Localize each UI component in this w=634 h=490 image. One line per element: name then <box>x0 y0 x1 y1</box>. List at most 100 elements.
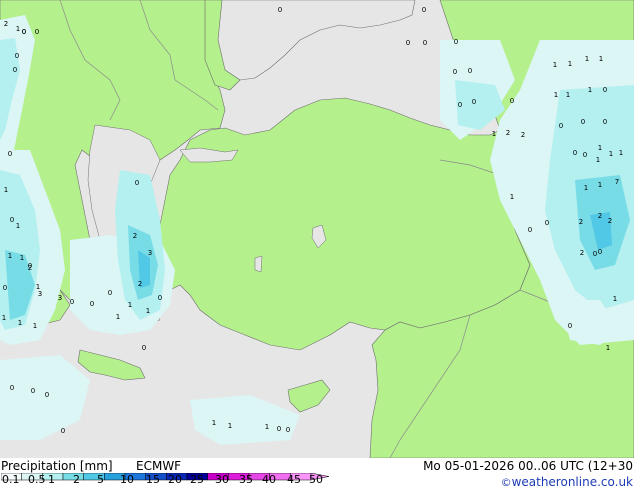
precip-value-label: 0 <box>423 39 427 47</box>
precip-value-label: 1 <box>33 322 37 330</box>
precip-value-label: 0 <box>472 98 476 106</box>
precip-value-label: 0 <box>61 427 65 435</box>
precip-value-label: 0 <box>581 118 585 126</box>
precip-value-label: 0 <box>593 250 597 258</box>
precip-value-label: 0 <box>468 67 472 75</box>
precip-value-label: 1 <box>16 25 20 33</box>
precip-value-label: 1 <box>128 301 132 309</box>
legend-tick-label: 0.5 <box>28 473 46 486</box>
precip-value-label: 3 <box>38 290 42 298</box>
legend-tick-label: 0.1 <box>2 473 20 486</box>
legend-tick-label: 40 <box>262 473 276 486</box>
precip-value-label: 0 <box>510 97 514 105</box>
precip-value-label: 0 <box>458 101 462 109</box>
copyright-symbol: © <box>500 476 512 489</box>
precip-value-label: 1 <box>20 254 24 262</box>
precip-value-label: 2 <box>4 20 8 28</box>
legend-tick-label: 1 <box>48 473 55 486</box>
precip-value-label: 2 <box>521 131 525 139</box>
precip-value-label: 2 <box>580 249 584 257</box>
legend-tick-label: 20 <box>168 473 182 486</box>
legend-tick-label: 15 <box>146 473 160 486</box>
precip-value-label: 0 <box>573 149 577 157</box>
precip-value-label: 2 <box>133 232 137 240</box>
precip-value-label: 0 <box>22 28 26 36</box>
precip-value-label: 1 <box>568 60 572 68</box>
precip-value-label: 1 <box>598 144 602 152</box>
precip-value-label: 1 <box>613 295 617 303</box>
precip-value-label: 0 <box>286 426 290 434</box>
precip-value-label: 0 <box>70 298 74 306</box>
legend-tick-label: 2 <box>73 473 80 486</box>
precip-value-label: 0 <box>559 122 563 130</box>
legend-tick-label: 45 <box>287 473 301 486</box>
precip-value-label: 1 <box>606 344 610 352</box>
precip-value-label: 0 <box>10 216 14 224</box>
precip-value-label: 0 <box>277 425 281 433</box>
precip-value-label: 1 <box>4 186 8 194</box>
precip-value-label: 0 <box>278 6 282 14</box>
precip-value-label: 2 <box>608 217 612 225</box>
lake-beysehir <box>254 255 263 273</box>
map-title: Precipitation [mm] <box>1 459 113 473</box>
footer-panel: Precipitation [mm] ECMWF Mo 05-01-2026 0… <box>0 458 634 490</box>
precip-value-label: 1 <box>553 61 557 69</box>
forecast-datetime: Mo 05-01-2026 00..06 UTC (12+30 <box>423 459 633 473</box>
precip-value-label: 1 <box>588 86 592 94</box>
precip-value-label: 1 <box>596 156 600 164</box>
precip-value-label: 1 <box>585 55 589 63</box>
precip-value-label: 1 <box>2 314 6 322</box>
precip-value-label: 0 <box>28 262 32 270</box>
precip-value-label: 0 <box>142 344 146 352</box>
precip-value-label: 0 <box>135 179 139 187</box>
precip-value-label: 1 <box>599 55 603 63</box>
map-canvas: 0 0200101011 10 13 3211 1021113200000 0 001 1 1 0 0… <box>0 0 634 458</box>
precip-value-label: 1 <box>510 193 514 201</box>
precip-value-label: 1 <box>116 313 120 321</box>
precip-value-label: 1 <box>228 422 232 430</box>
precipitation-map: 0020010101110133211102111320000000011100… <box>0 0 634 458</box>
precip-value-label: 1 <box>8 252 12 260</box>
precip-value-label: 0 <box>568 322 572 330</box>
precip-value-label: 1 <box>584 184 588 192</box>
precip-value-label: 0 <box>528 226 532 234</box>
model-name: ECMWF <box>136 459 182 473</box>
precip-value-label: 0 <box>545 219 549 227</box>
precip-value-label: 1 <box>146 307 150 315</box>
precip-value-label: 0 <box>406 39 410 47</box>
legend-tick-label: 30 <box>215 473 229 486</box>
legend-tick-label: 35 <box>239 473 253 486</box>
precip-value-label: 2 <box>506 129 510 137</box>
precip-value-label: 1 <box>598 181 602 189</box>
precip-value-label: 0 <box>90 300 94 308</box>
precip-value-label: 1 <box>492 130 496 138</box>
precip-value-label: 0 <box>15 52 19 60</box>
precip-value-label: 0 <box>8 150 12 158</box>
precip-value-label: 0 <box>35 28 39 36</box>
precip-value-label: 0 <box>598 248 602 256</box>
legend-tick-label: 5 <box>97 473 104 486</box>
precip-value-label: 0 <box>422 6 426 14</box>
anatolia-landmass <box>154 97 531 351</box>
precip-value-label: 7 <box>615 178 619 186</box>
precip-value-label: 0 <box>603 86 607 94</box>
precip-value-label: 1 <box>265 423 269 431</box>
credit-text: weatheronline.co.uk <box>511 475 633 489</box>
legend-tick-label: 25 <box>190 473 204 486</box>
precip-value-label: 0 <box>453 68 457 76</box>
precip-value-label: 1 <box>619 149 623 157</box>
site-credit[interactable]: ©weatheronline.co.uk <box>501 475 633 489</box>
precip-value-label: 1 <box>566 91 570 99</box>
precip-value-label: 0 <box>583 151 587 159</box>
precip-value-label: 0 <box>3 284 7 292</box>
precip-value-label: 0 <box>108 289 112 297</box>
precip-value-label: 0 <box>45 391 49 399</box>
precip-value-label: 2 <box>138 280 142 288</box>
precip-value-label: 3 <box>148 249 152 257</box>
precip-value-label: 1 <box>18 319 22 327</box>
precip-value-label: 0 <box>158 294 162 302</box>
precip-value-label: 0 <box>10 384 14 392</box>
precip-value-label: 2 <box>579 218 583 226</box>
precip-value-label: 1 <box>212 419 216 427</box>
precip-value-label: 2 <box>598 212 602 220</box>
